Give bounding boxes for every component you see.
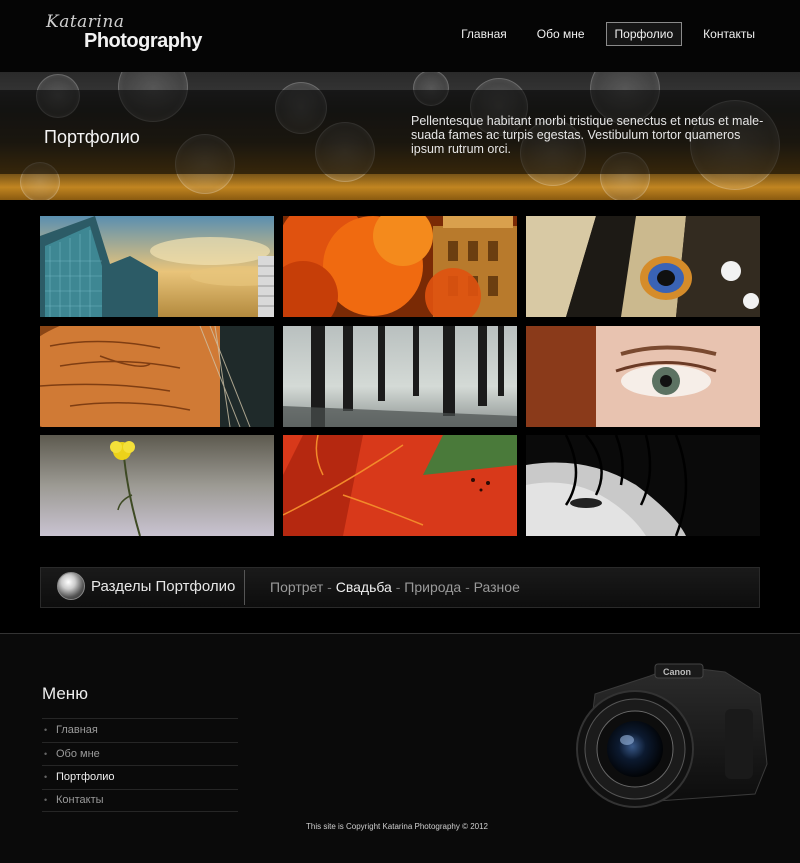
site-footer: Меню • Главная • Обо мне • Портфолио • Конта… bbox=[0, 633, 800, 863]
separator: - bbox=[395, 579, 401, 595]
nav-portfolio[interactable]: Порфолио bbox=[605, 22, 683, 46]
page-title: Портфолио bbox=[44, 127, 140, 147]
gallery-thumb-old-face[interactable] bbox=[40, 326, 274, 427]
section-link-portrait[interactable]: Портрет bbox=[270, 579, 323, 595]
gallery-thumb-autumn-tree[interactable] bbox=[283, 216, 517, 317]
main-nav: Главная Обо мне Порфолио Контакты bbox=[452, 22, 764, 46]
site-logo[interactable]: Katarina Photography bbox=[44, 12, 202, 56]
bullet-icon: • bbox=[44, 795, 48, 806]
gallery-thumb-eye[interactable] bbox=[526, 326, 760, 427]
lens-icon bbox=[57, 572, 85, 600]
gallery-thumb-butterfly-wing[interactable] bbox=[526, 216, 760, 317]
footer-menu-item-contacts[interactable]: • Контакты bbox=[42, 788, 238, 812]
camera-image: Canon bbox=[555, 654, 775, 819]
footer-menu-item-home[interactable]: • Главная bbox=[42, 718, 238, 742]
logo-main-text: Photography bbox=[84, 30, 202, 52]
gallery-thumb-yellow-flower[interactable] bbox=[40, 435, 274, 536]
gallery-thumb-red-leaf[interactable] bbox=[283, 435, 517, 536]
sections-links: Портрет - Свадьба - Природа - Разное bbox=[270, 579, 520, 595]
logo-script-text: Katarina bbox=[46, 12, 125, 32]
copyright-text: This site is Copyright Katarina Photogra… bbox=[306, 822, 488, 831]
footer-menu-title: Меню bbox=[42, 684, 88, 703]
separator: - bbox=[327, 579, 332, 595]
bullet-icon: • bbox=[44, 725, 48, 736]
nav-about[interactable]: Обо мне bbox=[528, 22, 594, 46]
camera-brand: Canon bbox=[663, 667, 691, 677]
footer-menu-item-about[interactable]: • Обо мне bbox=[42, 741, 238, 766]
bullet-icon: • bbox=[44, 772, 48, 783]
banner-description: Pellentesque habitant morbi tristique se… bbox=[411, 114, 764, 156]
footer-menu-label: Контакты bbox=[56, 794, 104, 807]
portfolio-gallery bbox=[40, 216, 760, 537]
footer-menu: • Главная • Обо мне • Портфолио • Контакты bbox=[42, 718, 238, 812]
footer-menu-label: Обо мне bbox=[56, 747, 100, 760]
gallery-thumb-forest[interactable] bbox=[283, 326, 517, 427]
divider bbox=[244, 570, 245, 605]
gallery-thumb-bw-face[interactable] bbox=[526, 435, 760, 536]
portfolio-banner: Портфолио Pellentesque habitant morbi tr… bbox=[0, 72, 800, 200]
gallery-thumb-building[interactable] bbox=[40, 216, 274, 317]
separator: - bbox=[465, 579, 470, 595]
nav-home[interactable]: Главная bbox=[452, 22, 516, 46]
sections-title: Разделы Портфолио bbox=[91, 578, 236, 595]
footer-menu-item-portfolio[interactable]: • Портфолио bbox=[42, 765, 238, 789]
site-header: Katarina Photography Главная Обо мне Пор… bbox=[0, 0, 800, 72]
portfolio-sections-bar: Разделы Портфолио Портрет - Свадьба - Пр… bbox=[40, 567, 760, 608]
section-link-wedding[interactable]: Свадьба bbox=[336, 579, 392, 595]
footer-menu-label: Главная bbox=[56, 724, 98, 737]
nav-contacts[interactable]: Контакты bbox=[694, 22, 764, 46]
footer-menu-label: Портфолио bbox=[56, 771, 115, 784]
bullet-icon: • bbox=[44, 748, 48, 759]
section-link-misc[interactable]: Разное bbox=[474, 579, 520, 595]
section-link-nature[interactable]: Природа bbox=[404, 579, 461, 595]
